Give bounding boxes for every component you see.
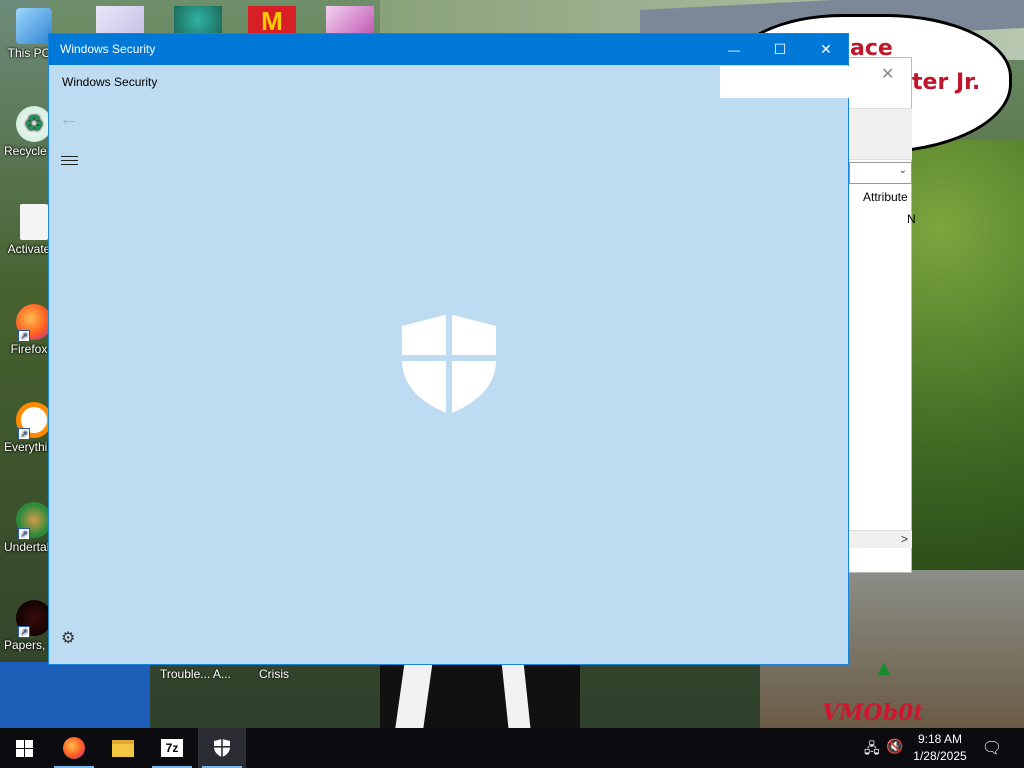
action-center-button[interactable]: 🗨 (978, 728, 1006, 768)
minimize-icon: — (728, 42, 740, 57)
shield-icon (398, 312, 500, 416)
shield-icon (213, 738, 231, 758)
desktop-wallpaper-blue (0, 662, 150, 728)
horizontal-scrollbar[interactable]: > (849, 530, 912, 548)
shortcut-arrow-icon: ↗ (18, 330, 30, 342)
desktop-icon-label-trouble[interactable]: Trouble... A... (160, 667, 231, 681)
background-window-toolbar (849, 108, 912, 160)
menu-line (61, 156, 78, 157)
windows-logo-icon (15, 739, 33, 757)
desktop-icon-label: This PC (7, 46, 51, 60)
volume-muted-icon[interactable]: 🔇 (886, 738, 903, 755)
shortcut-arrow-icon: ↗ (18, 626, 30, 638)
desktop-icon-label: Activate (7, 242, 51, 256)
close-icon[interactable]: ✕ (881, 64, 894, 84)
maximize-icon: ☐ (773, 41, 787, 57)
desktop-icon-label: Papers, Please (4, 638, 54, 652)
scroll-right-icon[interactable]: > (901, 532, 908, 546)
desktop-icon-label: Recycle Bin (4, 144, 54, 158)
settings-icon[interactable]: ⚙ (61, 628, 75, 648)
window-titlebar[interactable]: Windows Security — ☐ ✕ (49, 34, 848, 65)
desktop-wallpaper-tree (905, 140, 1024, 580)
clock-date: 1/28/2025 (913, 749, 967, 763)
network-icon[interactable]: 🖧 (864, 738, 880, 762)
bubble-text-2: ter Jr. (912, 70, 981, 95)
desktop-icon-label: Firefox (10, 342, 48, 356)
desktop-icon-top-3[interactable]: M (248, 6, 296, 36)
clock[interactable]: 9:18 AM 1/28/2025 (906, 731, 974, 765)
desktop-icon-label-crisis[interactable]: Crisis (259, 667, 289, 681)
taskbar-firefox[interactable] (50, 728, 98, 768)
windows-security-window[interactable]: Windows Security — ☐ ✕ Windows Security … (48, 33, 849, 665)
chevron-down-icon: ⌄ (898, 165, 907, 176)
desktop-icon-top-2[interactable] (174, 6, 222, 34)
desktop-icon-label: Undertale (4, 540, 54, 554)
christmas-tree-icon: ▲ (873, 655, 895, 680)
watermark-text: VMOb0t (822, 700, 924, 726)
taskbar-7zip[interactable]: 7z (148, 728, 196, 768)
firefox-icon (63, 737, 85, 759)
start-button[interactable] (0, 728, 48, 768)
close-button[interactable]: ✕ (803, 34, 849, 65)
taskbar-file-explorer[interactable] (99, 728, 147, 768)
computer-icon (16, 8, 52, 44)
folder-icon (112, 739, 134, 757)
desktop-icon-label: Everything (4, 440, 54, 454)
7zip-icon: 7z (161, 739, 183, 757)
background-window-dropdown[interactable]: ⌄ (849, 162, 912, 184)
notification-icon: 🗨 (981, 740, 1003, 757)
document-icon (20, 204, 48, 240)
column-header-attribute[interactable]: Attribute (863, 190, 908, 204)
column-value: N (907, 212, 916, 226)
taskbar: 7z 🖧 🔇 9:18 AM 1/28/2025 🗨 (0, 728, 1024, 768)
close-icon: ✕ (820, 41, 832, 57)
window-title: Windows Security (60, 42, 156, 56)
menu-line (61, 160, 78, 161)
recycle-bin-icon: ♻ (16, 106, 52, 142)
menu-line (61, 164, 78, 165)
shortcut-arrow-icon: ↗ (18, 428, 30, 440)
clock-time: 9:18 AM (917, 732, 963, 746)
app-name-label: Windows Security (62, 75, 158, 89)
desktop-icon-top-1[interactable] (96, 6, 144, 34)
back-button[interactable]: ← (59, 108, 79, 131)
taskbar-windows-security[interactable] (198, 728, 246, 768)
hamburger-menu-button[interactable] (61, 156, 78, 168)
maximize-button[interactable]: ☐ (757, 34, 803, 65)
minimize-button[interactable]: — (711, 34, 757, 65)
window-header-blank (720, 66, 849, 98)
shortcut-arrow-icon: ↗ (18, 528, 30, 540)
desktop-icon-top-4[interactable] (326, 6, 374, 34)
